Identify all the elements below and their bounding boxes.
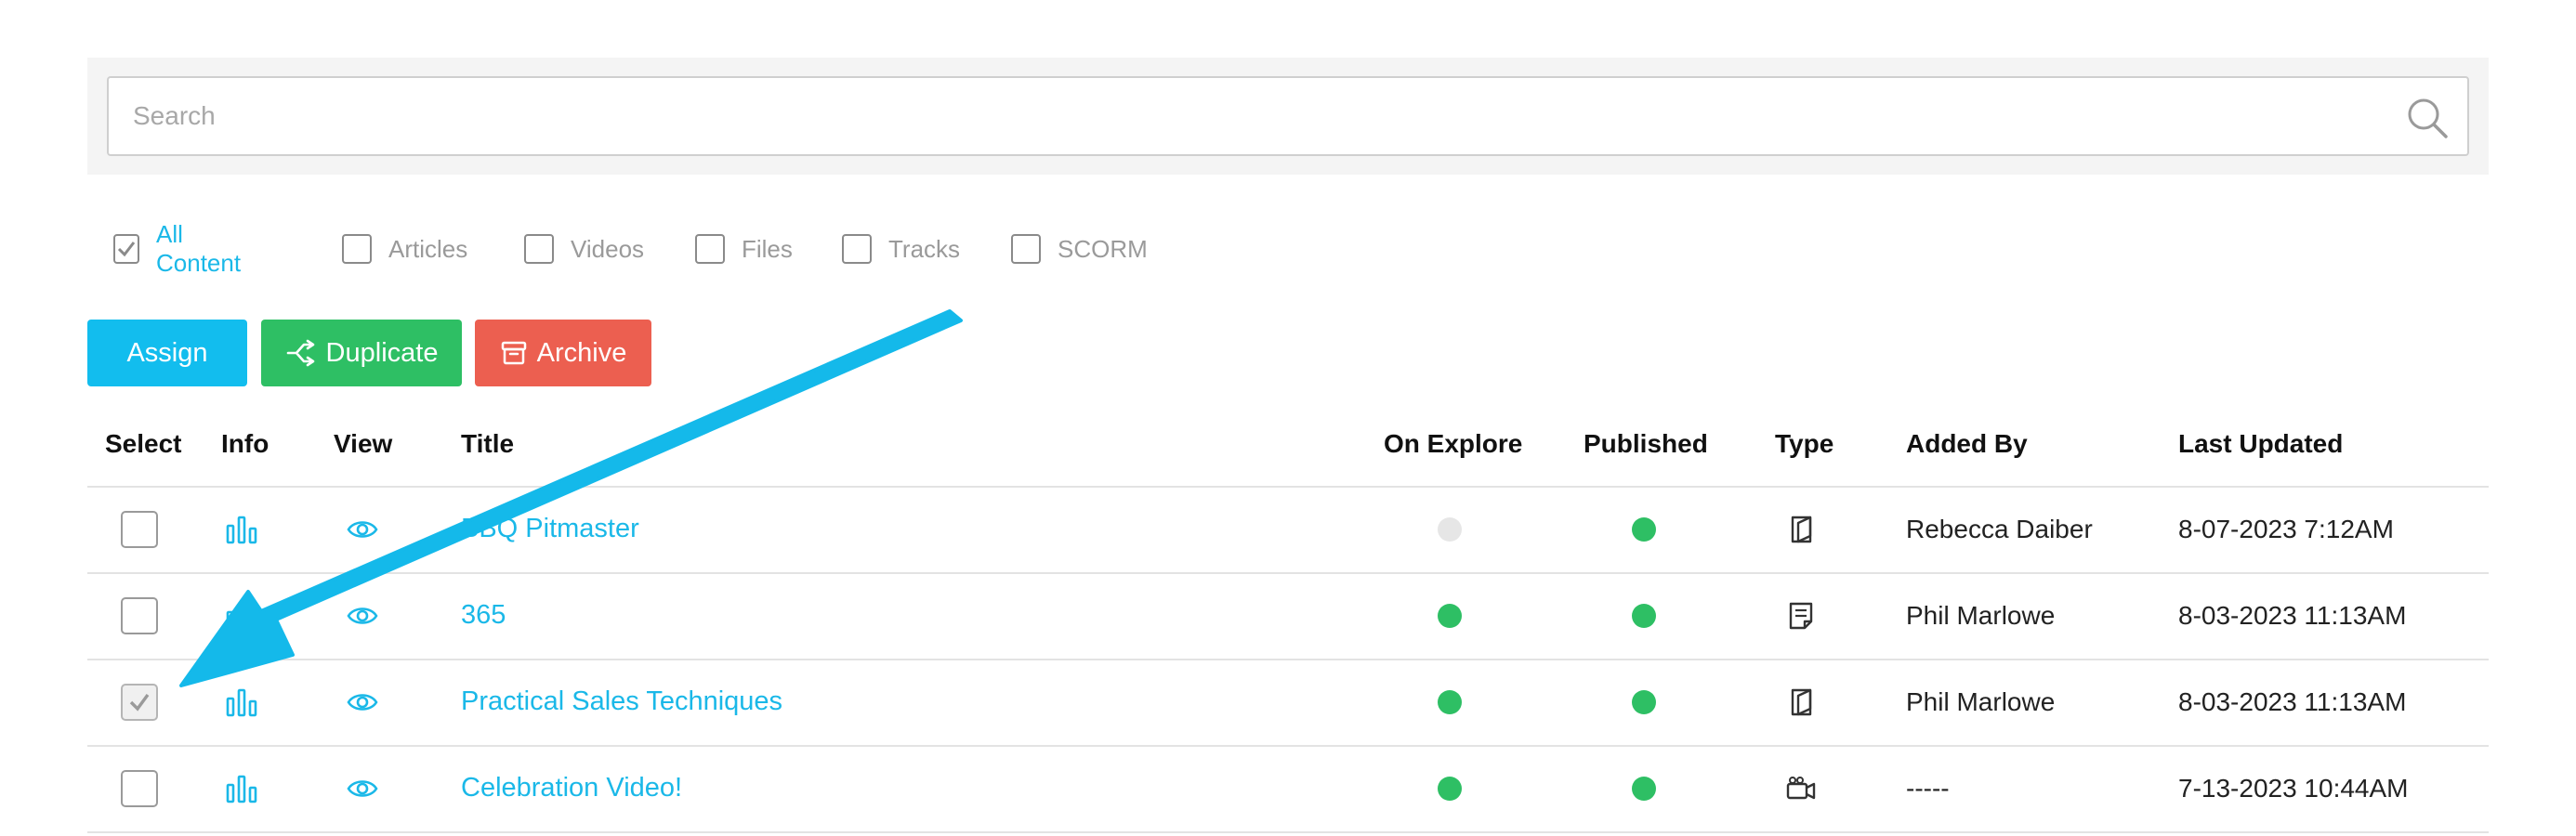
table-row: Celebration Video! ----- 7-13-2023 10:44… [0, 745, 2576, 831]
archive-icon [501, 341, 526, 365]
content-title-link[interactable]: Celebration Video! [461, 773, 682, 803]
filter-label: Videos [571, 234, 645, 263]
header-view: View [334, 429, 393, 458]
filter-tracks[interactable]: Tracks [842, 232, 960, 266]
duplicate-icon [286, 339, 314, 367]
search-box [107, 76, 2469, 156]
row-select-checkbox[interactable] [121, 769, 158, 807]
header-published: Published [1584, 429, 1708, 458]
filter-scorm[interactable]: SCORM [1011, 232, 1148, 266]
checkmark-icon [129, 693, 150, 712]
published-status-dot [1632, 603, 1656, 628]
duplicate-button[interactable]: Duplicate [261, 320, 462, 386]
stats-icon[interactable] [226, 515, 257, 544]
search-input[interactable] [109, 78, 2467, 154]
header-on-explore: On Explore [1384, 429, 1523, 458]
added-by-text: ----- [1906, 773, 1950, 803]
last-updated-text: 8-07-2023 7:12AM [2178, 514, 2394, 543]
duplicate-button-label: Duplicate [325, 337, 439, 368]
eye-icon[interactable] [347, 605, 378, 627]
search-bar-container [87, 58, 2489, 175]
archive-button-label: Archive [536, 337, 627, 368]
filter-checkbox[interactable] [113, 234, 139, 264]
filter-checkbox[interactable] [695, 234, 725, 264]
on-explore-status-dot [1438, 689, 1462, 714]
eye-icon[interactable] [347, 518, 378, 541]
checkmark-icon [117, 242, 136, 257]
row-select-checkbox[interactable] [121, 596, 158, 634]
table-row: BBQ Pitmaster Rebecca Daiber 8-07-2023 7… [0, 486, 2576, 572]
content-title-link[interactable]: BBQ Pitmaster [461, 514, 639, 544]
last-updated-text: 7-13-2023 10:44AM [2178, 773, 2409, 803]
published-status-dot [1632, 689, 1656, 714]
header-info: Info [221, 429, 269, 458]
filter-checkbox[interactable] [842, 234, 872, 264]
assign-button[interactable]: Assign [87, 320, 247, 386]
file-icon [1791, 516, 1812, 542]
last-updated-text: 8-03-2023 11:13AM [2178, 686, 2407, 716]
stats-icon[interactable] [226, 774, 257, 803]
filter-articles[interactable]: Articles [342, 232, 467, 266]
divider [87, 831, 2489, 833]
table-row: 365 Phil Marlowe 8-03-2023 11:13AM [0, 572, 2576, 659]
published-status-dot [1632, 776, 1656, 801]
content-title-link[interactable]: 365 [461, 600, 506, 631]
last-updated-text: 8-03-2023 11:13AM [2178, 600, 2407, 630]
eye-icon[interactable] [347, 777, 378, 800]
header-added-by: Added By [1906, 429, 2028, 458]
filter-label: Articles [388, 234, 468, 263]
article-icon [1789, 602, 1813, 629]
filter-checkbox[interactable] [342, 234, 372, 264]
on-explore-status-dot [1438, 516, 1462, 542]
added-by-text: Phil Marlowe [1906, 686, 2056, 716]
added-by-text: Phil Marlowe [1906, 600, 2056, 630]
filter-files[interactable]: Files [695, 232, 793, 266]
row-select-checkbox[interactable] [121, 683, 158, 721]
content-title-link[interactable]: Practical Sales Techniques [461, 686, 782, 717]
filter-checkbox[interactable] [1011, 234, 1041, 264]
header-last-updated: Last Updated [2178, 429, 2344, 458]
eye-icon[interactable] [347, 691, 378, 713]
row-select-checkbox[interactable] [121, 510, 158, 548]
filter-videos[interactable]: Videos [524, 232, 644, 266]
published-status-dot [1632, 516, 1656, 542]
on-explore-status-dot [1438, 603, 1462, 628]
search-icon[interactable] [2406, 97, 2449, 139]
table-row: Practical Sales Techniques Phil Marlowe … [0, 659, 2576, 745]
filter-label: Tracks [888, 234, 961, 263]
file-icon [1791, 688, 1812, 715]
filter-all-content[interactable]: All Content [113, 220, 244, 277]
added-by-text: Rebecca Daiber [1906, 514, 2093, 543]
filter-label: All Content [156, 220, 242, 277]
header-title: Title [461, 429, 515, 458]
stats-icon[interactable] [226, 687, 257, 717]
filter-checkbox[interactable] [524, 234, 554, 264]
video-icon [1786, 776, 1816, 799]
header-type: Type [1775, 429, 1834, 458]
filter-label: SCORM [1058, 234, 1148, 263]
stats-icon[interactable] [226, 601, 257, 631]
on-explore-status-dot [1438, 776, 1462, 801]
header-select: Select [105, 429, 182, 458]
archive-button[interactable]: Archive [475, 320, 651, 386]
assign-button-label: Assign [126, 337, 208, 368]
filter-label: Files [742, 234, 793, 263]
